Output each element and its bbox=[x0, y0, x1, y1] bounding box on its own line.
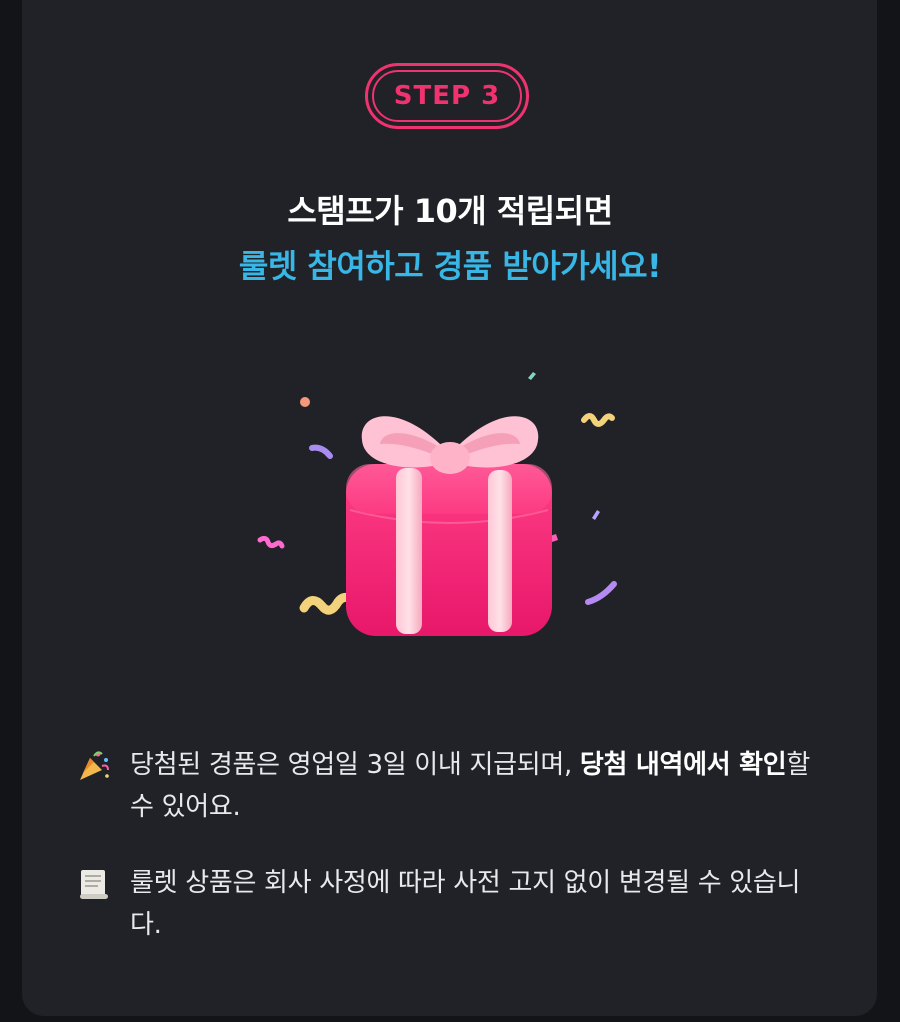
confetti-curl bbox=[257, 535, 285, 549]
confetti-piece bbox=[585, 581, 617, 605]
scroll-icon bbox=[80, 870, 108, 899]
step-badge: STEP 3 bbox=[365, 63, 529, 129]
gift-ribbon bbox=[488, 470, 512, 632]
gift-ribbon bbox=[396, 468, 422, 634]
gift-bow-knot bbox=[430, 442, 470, 474]
gift-box-illustration bbox=[257, 372, 617, 636]
notice-payout: 당첨된 경품은 영업일 3일 이내 지급되며, 당첨 내역에서 확인할 수 있어… bbox=[76, 744, 816, 828]
notice-change-text: 룰렛 상품은 회사 사정에 따라 사전 고지 없이 변경될 수 있습니다. bbox=[130, 868, 801, 940]
confetti-curl bbox=[299, 592, 357, 615]
headline-line-2: 룰렛 참여하고 경품 받아가세요! bbox=[238, 247, 662, 285]
confetti-dot bbox=[300, 397, 310, 407]
party-popper-icon bbox=[80, 751, 109, 780]
confetti-piece bbox=[309, 444, 333, 459]
notice-payout-emphasis: 당첨 내역에서 확인 bbox=[579, 750, 787, 780]
step-badge-label: STEP 3 bbox=[372, 70, 522, 122]
notice-payout-text: 당첨된 경품은 영업일 3일 이내 지급되며, bbox=[130, 750, 580, 780]
confetti-curl bbox=[581, 413, 615, 427]
confetti-piece bbox=[592, 510, 600, 520]
notice-change: 룰렛 상품은 회사 사정에 따라 사전 고지 없이 변경될 수 있습니다. bbox=[76, 862, 816, 946]
confetti-piece bbox=[528, 372, 536, 380]
headline-line-1: 스탬프가 10개 적립되면 bbox=[287, 192, 613, 230]
